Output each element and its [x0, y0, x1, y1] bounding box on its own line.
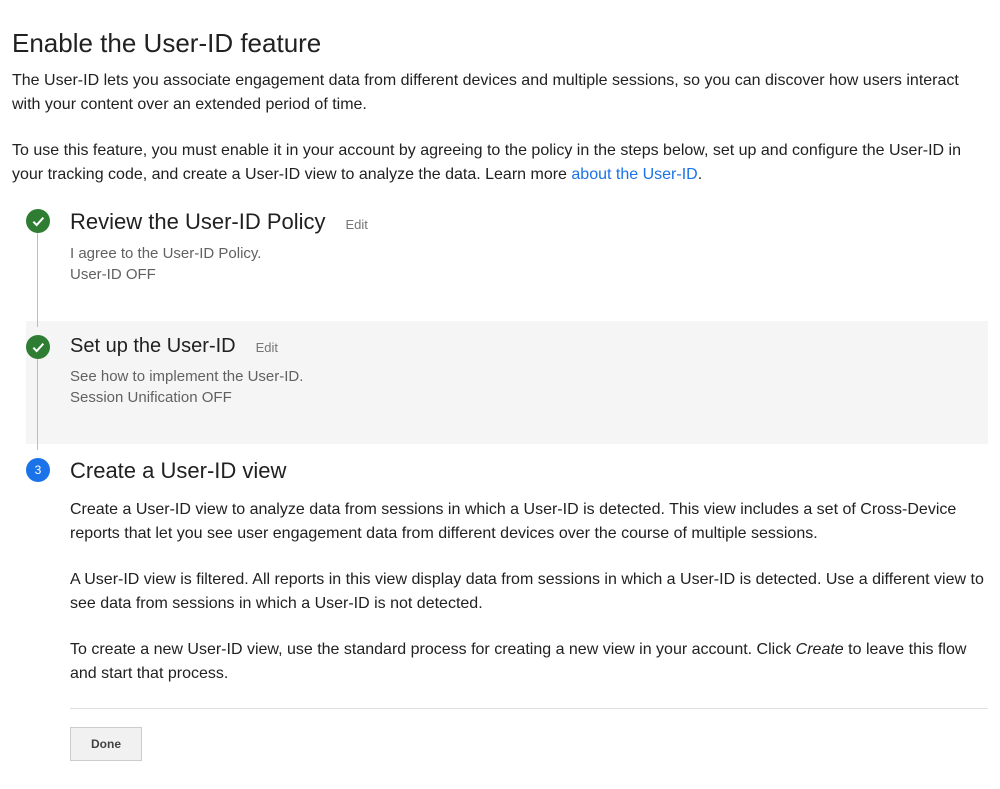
step1-header: Review the User-ID Policy Edit [70, 209, 988, 235]
step-create-view: 3 Create a User-ID view Create a User-ID… [26, 444, 988, 761]
intro-2-suffix: . [698, 166, 702, 183]
intro-paragraph-1: The User-ID lets you associate engagemen… [12, 69, 982, 117]
step1-body: I agree to the User-ID Policy. User-ID O… [70, 243, 988, 321]
step3-title: Create a User-ID view [70, 458, 286, 484]
step3-para3-create: Create [796, 641, 844, 658]
step2-edit-link[interactable]: Edit [256, 340, 278, 355]
done-button[interactable]: Done [70, 727, 142, 761]
check-icon [30, 213, 46, 229]
step-connector-line [37, 233, 38, 327]
about-user-id-link[interactable]: about the User-ID [571, 166, 697, 183]
step-setup-userid: Set up the User-ID Edit See how to imple… [26, 321, 988, 444]
step3-para2: A User-ID view is filtered. All reports … [70, 568, 988, 616]
step-connector-line [37, 359, 38, 450]
step1-edit-link[interactable]: Edit [346, 217, 368, 232]
step1-indicator [26, 209, 50, 233]
step2-indicator [26, 335, 50, 359]
step2-header: Set up the User-ID Edit [70, 335, 988, 358]
step3-header: Create a User-ID view [70, 458, 988, 484]
step2-body: See how to implement the User-ID. Sessio… [70, 366, 988, 444]
step2-line2: Session Unification OFF [70, 387, 988, 408]
step3-para3-prefix: To create a new User-ID view, use the st… [70, 641, 796, 658]
check-icon [30, 339, 46, 355]
step2-line1: See how to implement the User-ID. [70, 366, 988, 387]
step1-line2: User-ID OFF [70, 264, 988, 285]
intro-paragraph-2: To use this feature, you must enable it … [12, 139, 982, 187]
step3-para3: To create a new User-ID view, use the st… [70, 638, 988, 686]
step3-para1: Create a User-ID view to analyze data fr… [70, 498, 988, 546]
step1-title: Review the User-ID Policy [70, 209, 326, 235]
divider [70, 708, 988, 709]
step3-indicator: 3 [26, 458, 50, 482]
step-number-badge: 3 [26, 458, 50, 482]
intro-2-text: To use this feature, you must enable it … [12, 142, 961, 183]
step2-title: Set up the User-ID [70, 335, 236, 358]
step3-body: Create a User-ID view to analyze data fr… [70, 498, 988, 761]
step-review-policy: Review the User-ID Policy Edit I agree t… [26, 209, 988, 321]
page-title: Enable the User-ID feature [12, 28, 988, 59]
checkmark-icon [26, 209, 50, 233]
checkmark-icon [26, 335, 50, 359]
step1-line1: I agree to the User-ID Policy. [70, 243, 988, 264]
steps-container: Review the User-ID Policy Edit I agree t… [26, 209, 988, 761]
